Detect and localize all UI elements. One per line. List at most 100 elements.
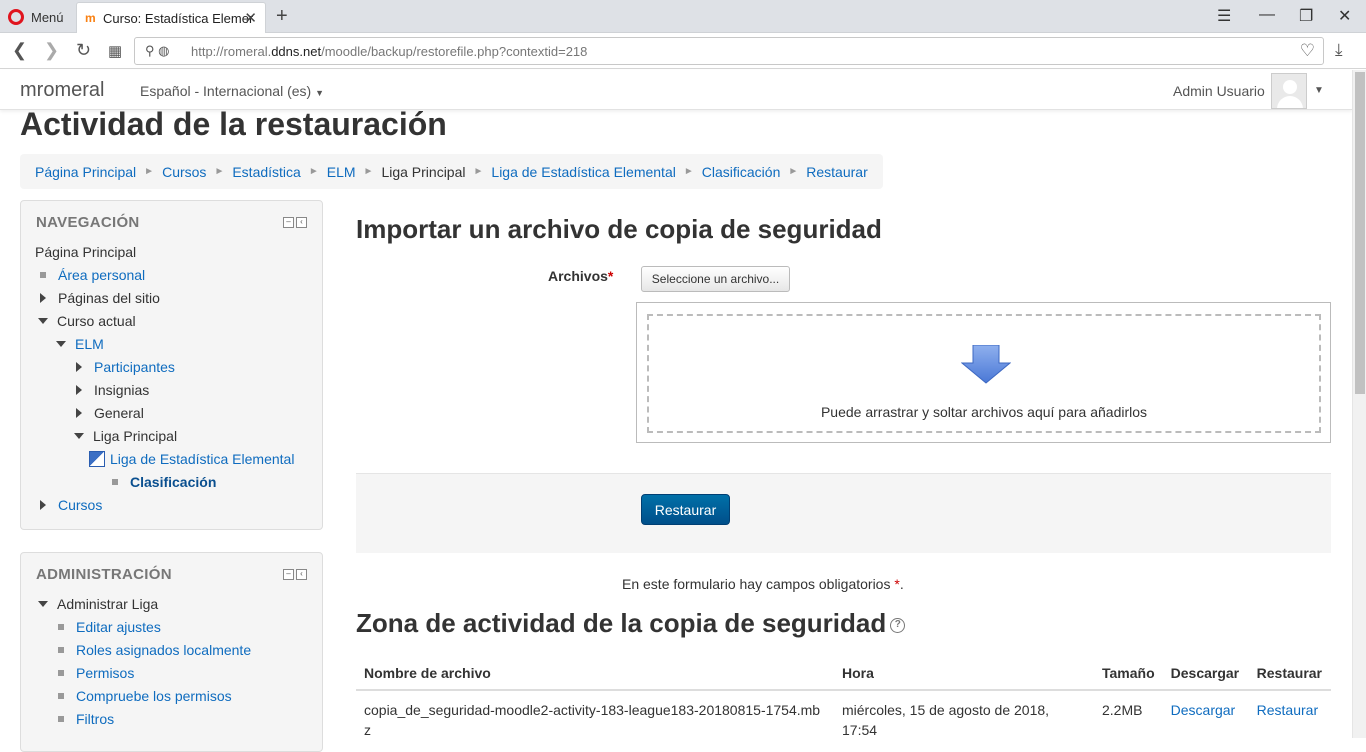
navigation-block-title: NAVEGACIÓN xyxy=(36,214,140,231)
admin-item[interactable]: Roles asignados localmente xyxy=(58,642,251,658)
url-path: /moodle/backup/restorefile.php?contextid… xyxy=(321,43,588,59)
nav-paginas-sitio[interactable]: Páginas del sitio xyxy=(40,290,160,306)
nav-clasificacion-link[interactable]: Clasificación xyxy=(130,474,216,490)
admin-administrar-liga[interactable]: Administrar Liga xyxy=(38,596,158,612)
nav-participantes-link[interactable]: Participantes xyxy=(94,359,175,375)
file-dropzone[interactable]: Puede arrastrar y soltar archivos aquí p… xyxy=(636,302,1331,443)
forward-icon[interactable]: ❯ xyxy=(44,40,59,61)
navigation-block: NAVEGACIÓN – ‹ Página Principal Área per… xyxy=(20,200,323,530)
dock-block-icon[interactable]: ‹ xyxy=(296,569,307,580)
dropzone-area: Puede arrastrar y soltar archivos aquí p… xyxy=(647,314,1321,433)
browser-tab[interactable]: m Curso: Estadística Elemental ✕ xyxy=(76,2,266,33)
admin-editar-ajustes-link[interactable]: Editar ajustes xyxy=(76,619,161,635)
admin-item[interactable]: Editar ajustes xyxy=(58,619,161,635)
breadcrumb-separator-icon: ► xyxy=(308,166,319,177)
dock-block-icon[interactable]: ‹ xyxy=(296,217,307,228)
opera-menu-button[interactable]: Menú xyxy=(8,7,64,27)
bullet-icon xyxy=(58,693,64,699)
nav-elm-link[interactable]: ELM xyxy=(75,336,104,352)
scrollbar-thumb[interactable] xyxy=(1355,72,1365,394)
nav-elm[interactable]: ELM xyxy=(56,336,104,352)
breadcrumb-separator-icon: ► xyxy=(214,166,225,177)
new-tab-icon[interactable]: + xyxy=(276,5,288,28)
nav-area-personal-link[interactable]: Área personal xyxy=(58,267,145,283)
expand-arrow-icon xyxy=(76,362,82,372)
collapse-block-icon[interactable]: – xyxy=(283,569,294,580)
download-link[interactable]: Descargar xyxy=(1171,702,1236,718)
page-scrollbar[interactable] xyxy=(1352,70,1366,738)
nav-clasificacion[interactable]: Clasificación xyxy=(112,474,216,490)
nav-home-link[interactable]: Página Principal xyxy=(35,244,136,260)
user-menu-caret-icon[interactable]: ▼ xyxy=(1314,85,1324,96)
address-bar: ❮ ❯ ↻ ▦ ⚲ ◍ http://romeral. ddns.net/mood… xyxy=(0,33,1366,69)
nav-liga-estadistica[interactable]: Liga de Estadística Elemental xyxy=(89,451,294,467)
tab-title: Curso: Estadística Elemental xyxy=(103,10,253,26)
language-menu[interactable]: Español - Internacional (es) ▼ xyxy=(140,83,324,99)
user-name[interactable]: Admin Usuario xyxy=(1173,83,1265,99)
help-icon[interactable]: ? xyxy=(890,618,906,633)
administration-block: ADMINISTRACIÓN – ‹ Administrar Liga Edit… xyxy=(20,552,323,752)
nav-cursos-link[interactable]: Cursos xyxy=(58,497,102,513)
breadcrumb-clasificacion[interactable]: Clasificación xyxy=(702,164,781,180)
cell-time: miércoles, 15 de agosto de 2018, 17:54 xyxy=(834,689,1094,749)
url-domain: ddns.net xyxy=(271,43,322,59)
maximize-icon[interactable]: ❐ xyxy=(1299,6,1313,26)
collapse-block-icon[interactable]: – xyxy=(283,217,294,228)
bullet-icon xyxy=(58,624,64,630)
admin-compruebe-permisos-link[interactable]: Compruebe los permisos xyxy=(76,688,232,704)
nav-area-personal[interactable]: Área personal xyxy=(40,267,145,283)
bookmark-heart-icon[interactable]: ♡ xyxy=(1300,41,1315,61)
breadcrumb-estadistica[interactable]: Estadística xyxy=(232,164,300,180)
avatar[interactable] xyxy=(1271,73,1307,109)
block-controls: – ‹ xyxy=(283,569,307,580)
nav-insignias[interactable]: Insignias xyxy=(76,382,149,398)
choose-file-button[interactable]: Seleccione un archivo... xyxy=(641,266,790,292)
restore-link[interactable]: Restaurar xyxy=(1257,702,1318,718)
avatar-body xyxy=(1277,96,1303,108)
close-tab-icon[interactable]: ✕ xyxy=(244,9,257,27)
avatar-head xyxy=(1283,80,1297,94)
files-label-text: Archivos xyxy=(548,268,608,284)
col-time: Hora xyxy=(834,656,1094,691)
url-field[interactable]: ⚲ ◍ http://romeral. ddns.net/moodle/backu… xyxy=(134,37,1324,65)
nav-curso-actual-label: Curso actual xyxy=(57,313,136,329)
admin-permisos-link[interactable]: Permisos xyxy=(76,665,134,681)
admin-item[interactable]: Filtros xyxy=(58,711,114,727)
back-icon[interactable]: ❮ xyxy=(12,40,27,61)
minimize-icon[interactable]: — xyxy=(1259,6,1275,24)
breadcrumb-liga-estadistica[interactable]: Liga de Estadística Elemental xyxy=(491,164,675,180)
admin-item[interactable]: Compruebe los permisos xyxy=(58,688,232,704)
nav-cursos[interactable]: Cursos xyxy=(40,497,102,513)
speed-dial-icon[interactable]: ▦ xyxy=(108,42,122,60)
tab-menu-icon[interactable]: ☰ xyxy=(1217,6,1231,26)
breadcrumb-home[interactable]: Página Principal xyxy=(35,164,136,180)
col-restore: Restaurar xyxy=(1248,656,1331,691)
nav-general[interactable]: General xyxy=(76,405,144,421)
site-info-icon[interactable]: ⚲ ◍ xyxy=(145,43,169,59)
bullet-icon xyxy=(58,670,64,676)
page-title: Actividad de la restauración xyxy=(20,106,447,142)
close-window-icon[interactable]: ✕ xyxy=(1338,6,1351,26)
bullet-icon xyxy=(58,647,64,653)
site-brand[interactable]: mromeral xyxy=(20,79,104,102)
download-icon[interactable]: ⤓ xyxy=(1335,40,1343,60)
collapse-arrow-icon xyxy=(38,318,48,324)
browser-tabbar: Menú m Curso: Estadística Elemental ✕ + … xyxy=(0,0,1366,33)
breadcrumb-restaurar[interactable]: Restaurar xyxy=(806,164,867,180)
restore-button[interactable]: Restaurar xyxy=(641,494,730,525)
admin-roles-link[interactable]: Roles asignados localmente xyxy=(76,642,251,658)
required-note-end: . xyxy=(899,576,904,592)
nav-liga-estadistica-link[interactable]: Liga de Estadística Elemental xyxy=(110,451,294,467)
nav-participantes[interactable]: Participantes xyxy=(76,359,175,375)
cell-size: 2.2MB xyxy=(1094,689,1163,749)
col-size: Tamaño xyxy=(1094,656,1163,691)
nav-liga-principal[interactable]: Liga Principal xyxy=(74,428,177,444)
expand-arrow-icon xyxy=(76,408,82,418)
admin-item[interactable]: Permisos xyxy=(58,665,134,681)
admin-filtros-link[interactable]: Filtros xyxy=(76,711,114,727)
reload-icon[interactable]: ↻ xyxy=(76,40,91,61)
breadcrumb-cursos[interactable]: Cursos xyxy=(162,164,206,180)
breadcrumb-elm[interactable]: ELM xyxy=(327,164,356,180)
nav-curso-actual[interactable]: Curso actual xyxy=(38,313,136,329)
table-header-row: Nombre de archivo Hora Tamaño Descargar … xyxy=(356,656,1331,691)
